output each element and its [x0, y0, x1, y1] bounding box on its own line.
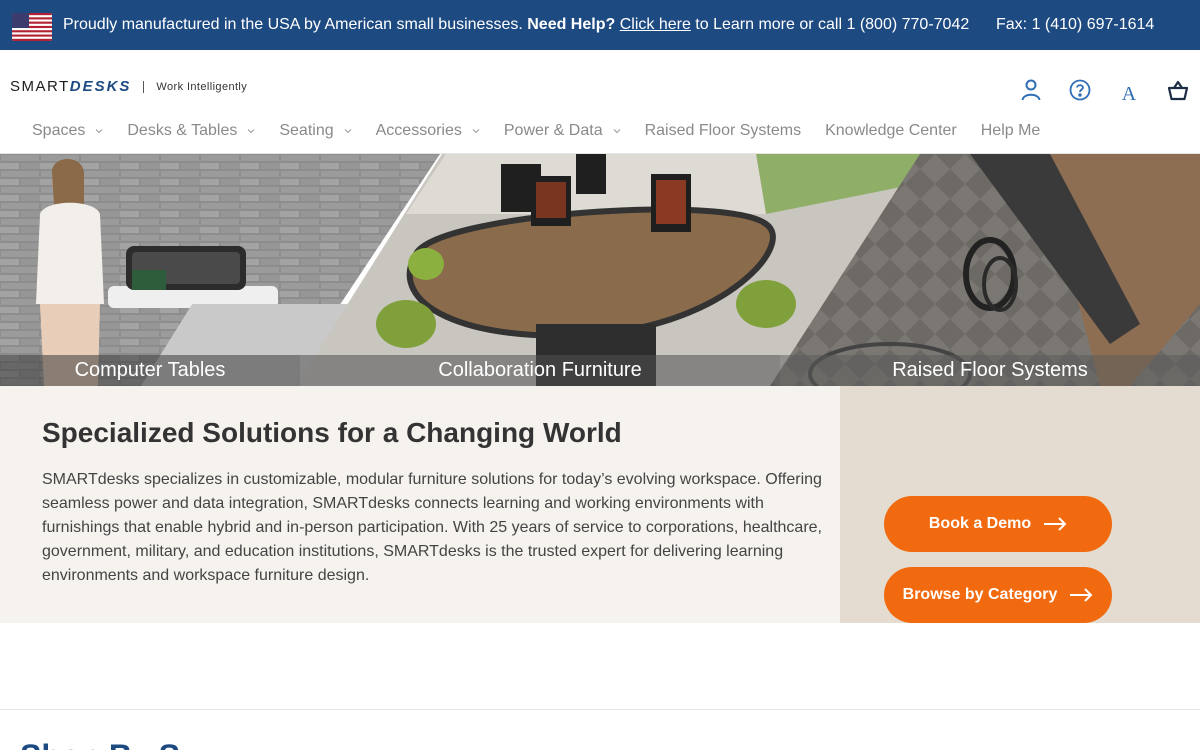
nav-label: Spaces	[32, 122, 86, 139]
chevron-down-icon	[96, 129, 103, 134]
nav-label: Knowledge Center	[825, 122, 957, 139]
cta-panel: Book a Demo Browse by Category	[840, 386, 1200, 623]
announcement-bar: Proudly manufactured in the USA by Ameri…	[0, 0, 1200, 50]
phone-text: to Learn more or call 1 (800) 770-7042	[695, 16, 970, 33]
nav-label: Help Me	[980, 122, 1041, 139]
logo-wordmark: SMARTDESKS	[10, 78, 131, 95]
announcement-text: Proudly manufactured in the USA by Ameri…	[63, 16, 523, 33]
nav-desks-tables[interactable]: Desks & Tables	[127, 122, 255, 140]
browse-category-label: Browse by Category	[902, 586, 1058, 603]
hero-label-computer-tables[interactable]: Computer Tables	[0, 355, 300, 386]
hero-label-raised-floor-systems[interactable]: Raised Floor Systems	[780, 355, 1200, 386]
fax-number: Fax: 1 (410) 697-1614	[996, 16, 1155, 33]
chevron-down-icon	[344, 129, 351, 134]
account-icon[interactable]	[1019, 78, 1043, 102]
nav-spaces[interactable]: Spaces	[32, 122, 103, 140]
nav-knowledge-center[interactable]: Knowledge Center	[825, 122, 957, 140]
us-flag-icon	[12, 13, 52, 41]
nav-power-data[interactable]: Power & Data	[504, 122, 621, 140]
site-logo[interactable]: SMARTDESKS Work Intelligently	[10, 78, 247, 95]
font-size-icon[interactable]: A	[1117, 82, 1141, 106]
hero-banner: Computer Tables Collaboration Furniture …	[0, 154, 1200, 386]
header-icons: A	[994, 78, 1190, 106]
section-divider	[0, 709, 1200, 710]
main-nav: Spaces Desks & Tables Seating Accessorie…	[32, 122, 1064, 140]
need-help-label: Need Help?	[527, 16, 616, 33]
click-here-link[interactable]: Click here	[620, 16, 691, 33]
chevron-down-icon	[248, 129, 255, 134]
nav-label: Seating	[279, 122, 334, 139]
browse-category-button[interactable]: Browse by Category	[884, 567, 1112, 623]
arrow-right-icon	[1044, 517, 1067, 531]
arrow-right-icon	[1070, 588, 1093, 602]
intro-heading: Specialized Solutions for a Changing Wor…	[42, 417, 622, 448]
nav-label: Raised Floor Systems	[644, 122, 802, 139]
hero-label-collaboration-furniture[interactable]: Collaboration Furniture	[300, 355, 780, 386]
logo-tagline: Work Intelligently	[156, 80, 248, 93]
cart-icon[interactable]	[1166, 78, 1190, 102]
hero-image-raised-floor-systems[interactable]	[770, 154, 1200, 386]
site-header: SMARTDESKS Work Intelligently A Spaces D…	[0, 50, 1200, 154]
nav-label: Accessories	[375, 122, 462, 139]
nav-accessories[interactable]: Accessories	[376, 122, 480, 140]
help-circle-icon[interactable]	[1068, 78, 1092, 102]
logo-brand-plain: SMART	[10, 78, 70, 95]
logo-brand-accent: DESKS	[69, 78, 132, 95]
nav-label: Power & Data	[503, 122, 603, 139]
nav-raised-floor[interactable]: Raised Floor Systems	[645, 122, 802, 140]
intro-body: SMARTdesks specializes in customizable, …	[42, 471, 822, 584]
shop-by-heading: Shop By S	[20, 738, 180, 750]
nav-seating[interactable]: Seating	[279, 122, 351, 140]
nav-help-me[interactable]: Help Me	[981, 122, 1041, 140]
nav-label: Desks & Tables	[127, 122, 238, 139]
chevron-down-icon	[472, 129, 480, 134]
announcement-message: Proudly manufactured in the USA by Ameri…	[63, 16, 969, 34]
book-demo-label: Book a Demo	[928, 515, 1032, 532]
logo-divider	[143, 80, 145, 93]
intro-section: Specialized Solutions for a Changing Wor…	[0, 386, 840, 623]
book-demo-button[interactable]: Book a Demo	[884, 496, 1112, 552]
chevron-down-icon	[613, 129, 620, 134]
